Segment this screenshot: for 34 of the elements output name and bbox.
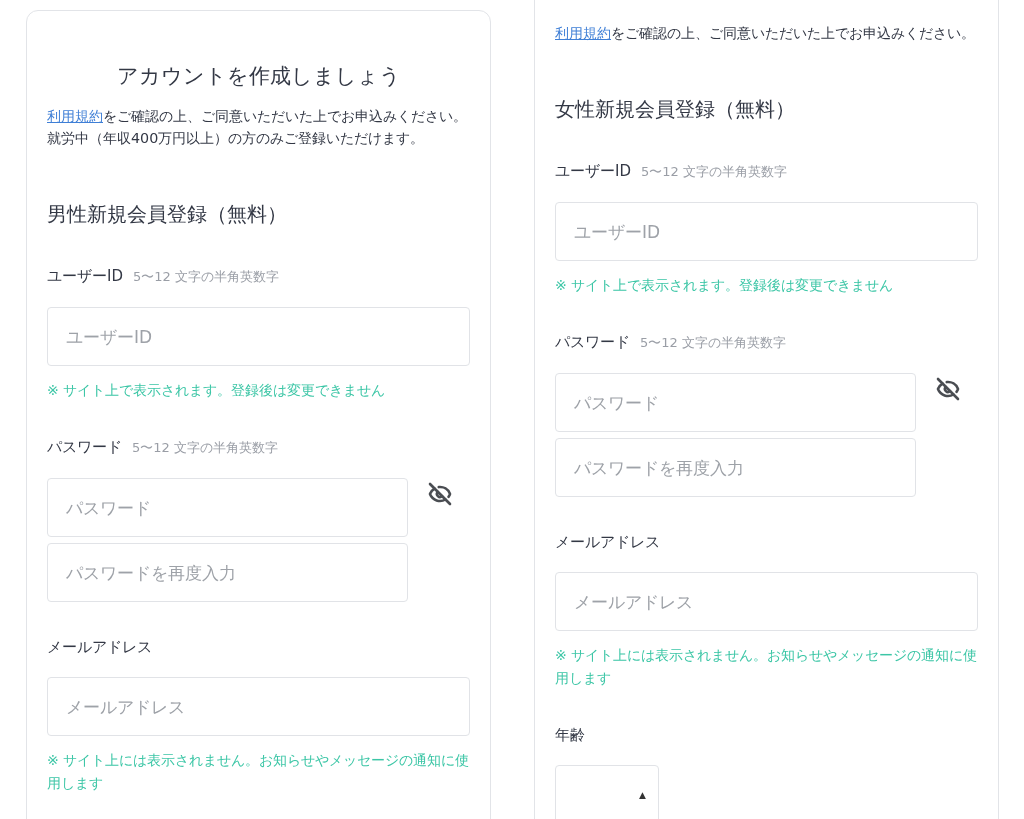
age-select[interactable]: ▲ [555,765,659,819]
password-field[interactable]: パスワードを再度入力 [555,438,916,497]
notice-text: 就労中（年収400万円以上）の方のみご登録いただけます。 [47,129,426,148]
terms-text: 利用規約をご確認の上、ご同意いただいた上でお申込みください。 [555,24,976,43]
input-field[interactable]: ユーザーID [47,307,470,366]
section-heading: 男性新規会員登録（無料） [47,201,288,228]
password-field[interactable]: パスワード [47,478,408,537]
field-hint: 5〜12 文字の半角英数字 [133,268,279,286]
input-field[interactable]: メールアドレス [47,677,470,736]
field-hint: 5〜12 文字の半角英数字 [640,334,786,352]
eye-off-icon[interactable] [934,375,962,403]
field-label: ユーザーID [47,266,123,287]
field-note: ※ サイト上で表示されます。登録後は変更できません [555,276,895,295]
field-label: メールアドレス [555,532,660,553]
field-label: 年齢 [555,725,585,746]
field-note: ※ サイト上には表示されません。お知らせやメッセージの通知に使用します [47,751,470,793]
input-field[interactable]: ユーザーID [555,202,978,261]
field-note: ※ サイト上には表示されません。お知らせやメッセージの通知に使用します [555,646,978,688]
eye-off-icon[interactable] [426,480,454,508]
field-label: パスワード [47,437,122,458]
terms-text: 利用規約をご確認の上、ご同意いただいた上でお申込みください。 [47,107,468,126]
password-field[interactable]: パスワード [555,373,916,432]
field-label: メールアドレス [47,637,152,658]
terms-link[interactable]: 利用規約 [555,25,611,41]
terms-link[interactable]: 利用規約 [47,108,103,124]
field-note: ※ サイト上で表示されます。登録後は変更できません [47,381,387,400]
field-label: ユーザーID [555,161,631,182]
field-hint: 5〜12 文字の半角英数字 [132,439,278,457]
section-heading: 女性新規会員登録（無料） [555,96,796,123]
field-hint: 5〜12 文字の半角英数字 [641,163,787,181]
password-field[interactable]: パスワードを再度入力 [47,543,408,602]
field-label: パスワード [555,332,630,353]
input-field[interactable]: メールアドレス [555,572,978,631]
page-title: アカウントを作成しましょう [115,63,402,90]
